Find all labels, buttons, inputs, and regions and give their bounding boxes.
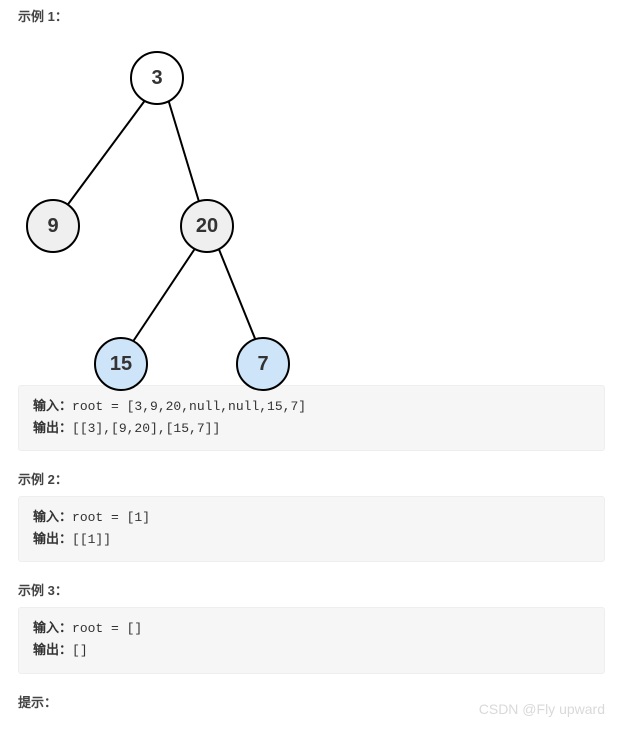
output-label: 输出： [33,643,72,658]
tree-edge [218,247,256,341]
example-1-label: 示例 1： [18,6,605,25]
example-1-code: 输入：root = [3,9,20,null,null,15,7]输出：[[3]… [18,385,605,451]
output-value: [[3],[9,20],[15,7]] [72,421,220,436]
example-2-code: 输入：root = [1]输出：[[1]] [18,496,605,562]
tree-edge [132,247,196,343]
output-value: [[1]] [72,532,111,547]
example-2-label: 示例 2： [18,469,605,488]
tree-diagram: 3920157 [18,35,302,375]
input-label: 输入： [33,510,72,525]
example-3-label: 示例 3： [18,580,605,599]
input-label: 输入： [33,399,72,414]
output-label: 输出： [33,421,72,436]
input-value: root = [3,9,20,null,null,15,7] [72,399,306,414]
tree-edge [168,99,200,205]
tree-node-3: 3 [130,51,184,105]
tree-node-9: 9 [26,199,80,253]
input-label: 输入： [33,621,72,636]
tree-node-15: 15 [94,337,148,391]
hints-label: 提示： [18,692,605,711]
example-3-code: 输入：root = []输出：[] [18,607,605,673]
tree-node-7: 7 [236,337,290,391]
input-value: root = [1] [72,510,150,525]
input-value: root = [] [72,621,142,636]
output-value: [] [72,643,88,658]
tree-edge [66,99,146,207]
output-label: 输出： [33,532,72,547]
tree-node-20: 20 [180,199,234,253]
